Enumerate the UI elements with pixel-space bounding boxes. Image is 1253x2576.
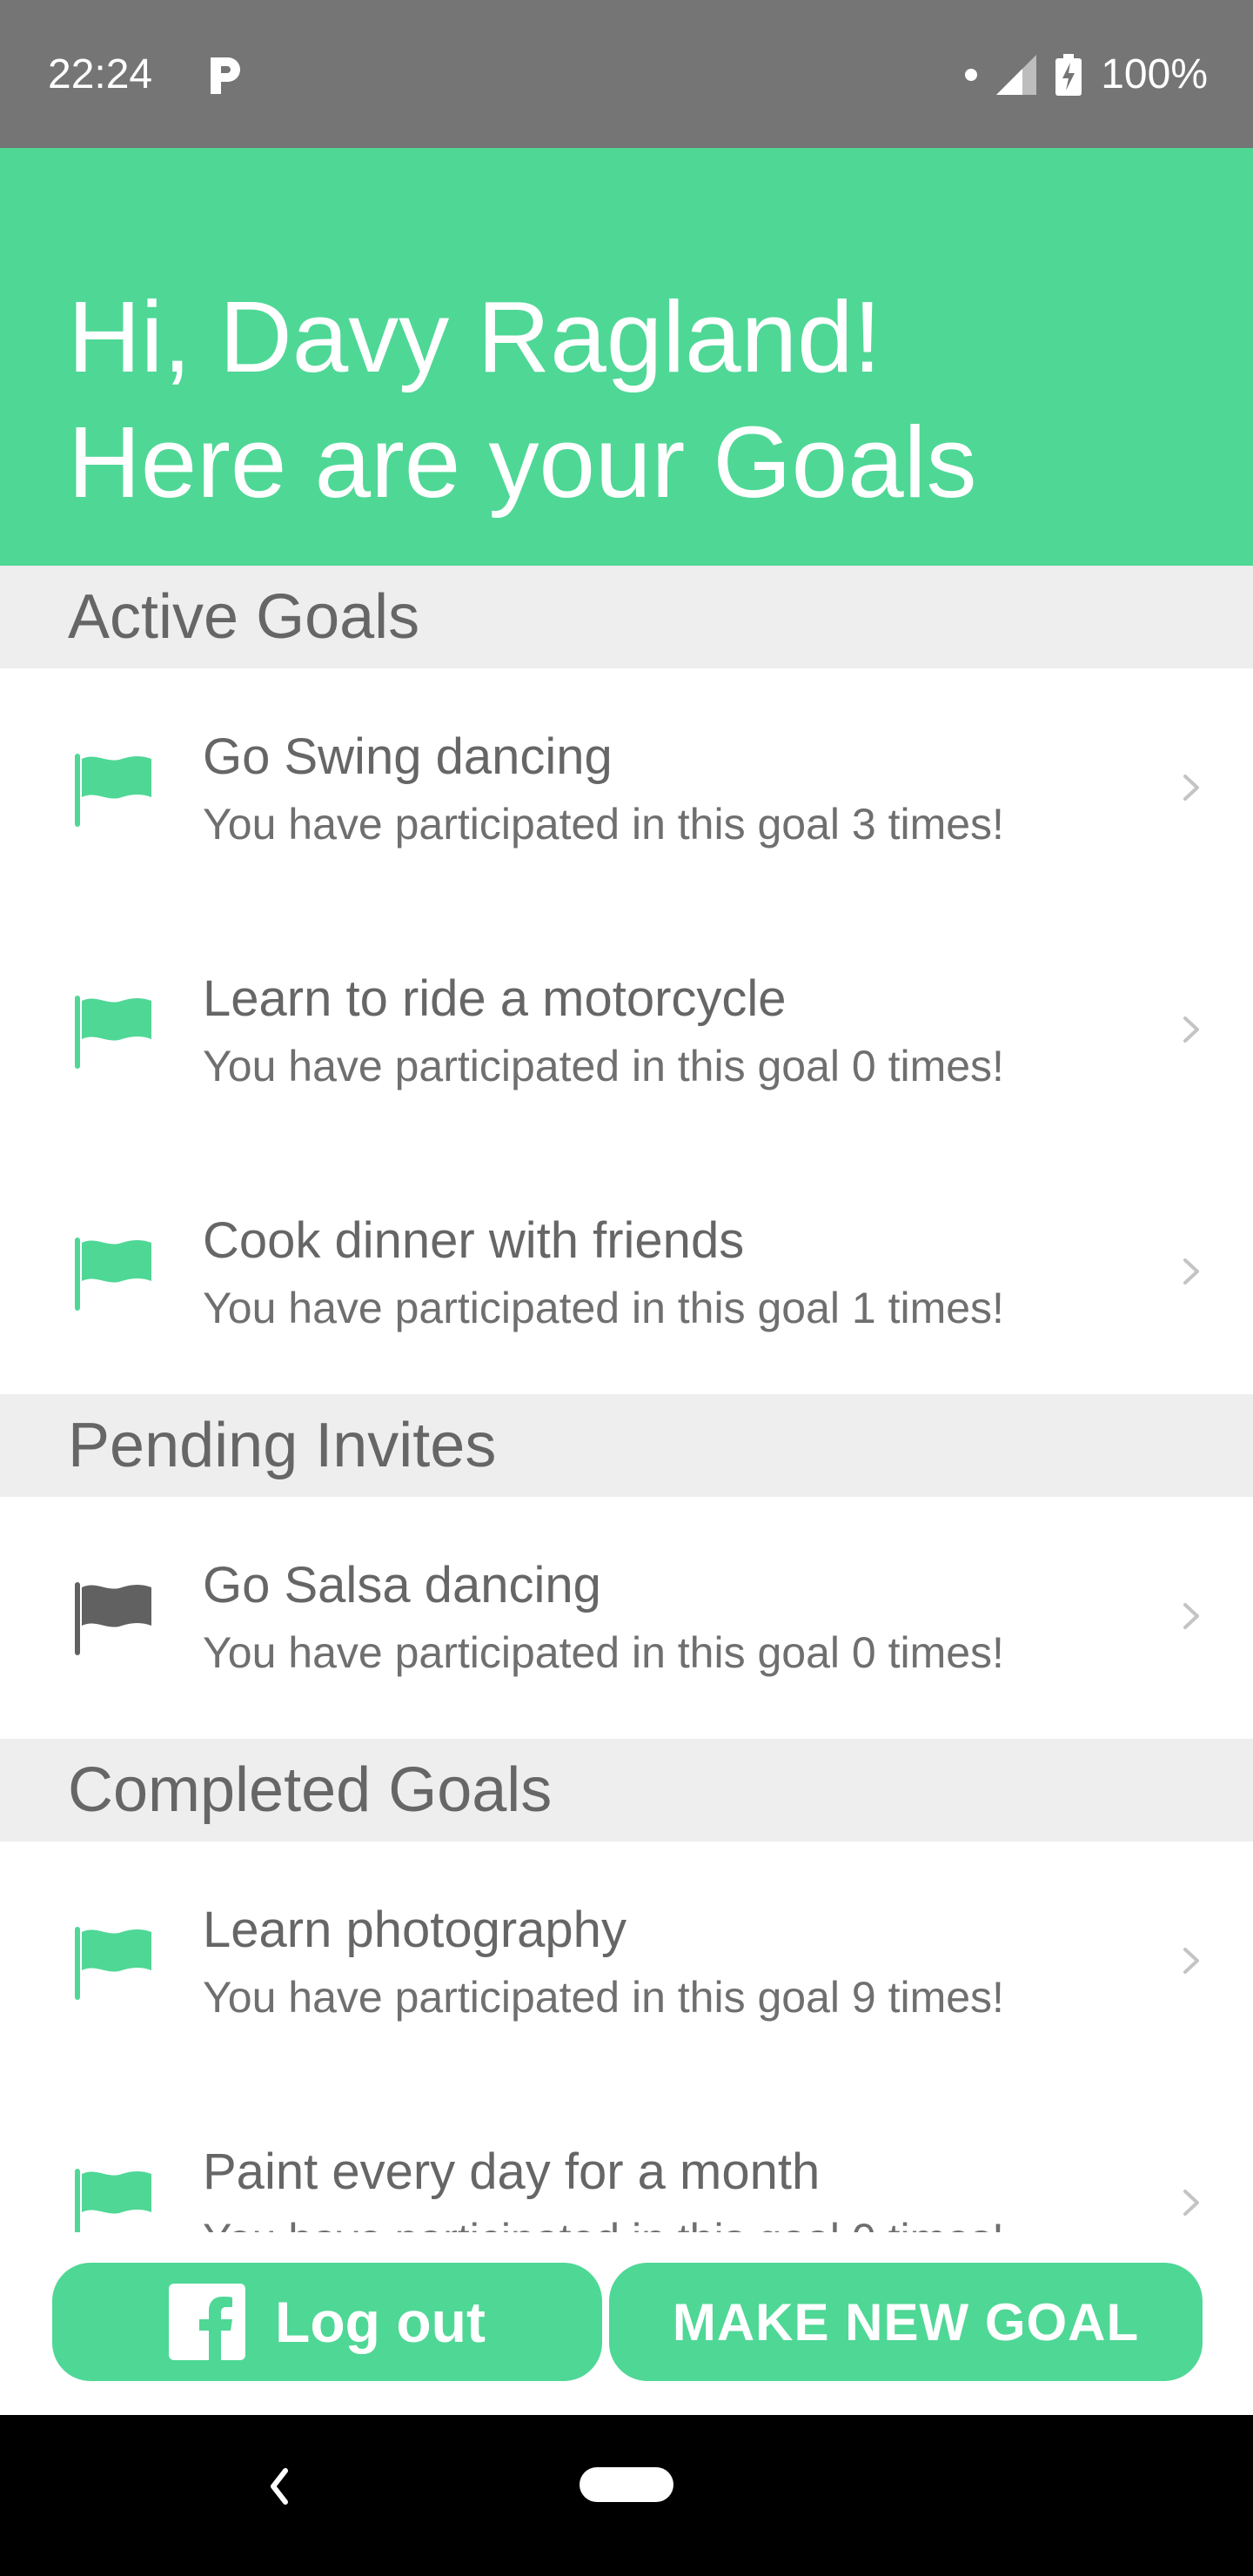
status-bar: 22:24 100% — [0, 0, 1253, 148]
logout-label: Log out — [275, 2290, 486, 2354]
greeting-line: Hi, Davy Ragland! — [68, 280, 881, 393]
back-icon[interactable] — [261, 2460, 296, 2512]
greeting-text: Hi, Davy Ragland! Here are your Goals — [68, 274, 976, 525]
goal-participation-text: You have participated in this goal 0 tim… — [203, 1628, 1004, 1677]
goal-row[interactable]: Learn photography You have participated i… — [0, 1841, 1253, 2083]
goal-participation-text: You have participated in this goal 9 tim… — [203, 1973, 1004, 2022]
goal-row[interactable]: Learn to ride a motorcycle You have parti… — [0, 910, 1253, 1152]
section-header-active: Active Goals — [0, 566, 1253, 668]
signal-icon — [996, 54, 1037, 95]
goal-row[interactable]: Go Salsa dancing You have participated in… — [0, 1497, 1253, 1739]
make-new-goal-button[interactable]: MAKE NEW GOAL — [609, 2263, 1203, 2381]
goal-title: Learn photography — [203, 1902, 626, 1958]
flag-icon — [75, 1582, 151, 1655]
bottom-action-bar: Log out MAKE NEW GOAL — [0, 2232, 1253, 2415]
chevron-right-icon — [1183, 1016, 1199, 1043]
goal-participation-text: You have participated in this goal 0 tim… — [203, 1042, 1004, 1090]
flag-icon — [75, 2169, 151, 2232]
status-time: 22:24 — [48, 51, 153, 97]
flag-icon — [75, 754, 151, 827]
flag-icon — [75, 1927, 151, 2000]
system-nav-bar — [0, 2415, 1253, 2576]
logout-button[interactable]: Log out — [52, 2263, 602, 2381]
section-header-pending: Pending Invites — [0, 1394, 1253, 1497]
goal-participation-text: You have participated in this goal 0 tim… — [203, 2214, 1004, 2232]
flag-icon — [75, 1238, 151, 1311]
battery-charging-icon — [1055, 53, 1082, 96]
chevron-right-icon — [1183, 1603, 1199, 1629]
section-header-completed: Completed Goals — [0, 1739, 1253, 1841]
goal-row[interactable]: Cook dinner with friends You have partici… — [0, 1152, 1253, 1394]
goal-title: Cook dinner with friends — [203, 1212, 745, 1269]
goal-title: Go Salsa dancing — [203, 1557, 601, 1613]
goals-list[interactable]: Active Goals Go Swing dancing You have pa… — [0, 566, 1253, 2232]
parking-icon — [211, 57, 240, 94]
goal-row[interactable]: Paint every day for a month You have part… — [0, 2083, 1253, 2232]
chevron-right-icon — [1183, 1948, 1199, 1974]
page-title: Here are your Goals — [68, 406, 977, 519]
battery-level: 100% — [1101, 51, 1208, 97]
goal-title: Go Swing dancing — [203, 728, 613, 785]
home-pill-button[interactable] — [580, 2467, 673, 2502]
goal-title: Paint every day for a month — [203, 2143, 821, 2200]
goal-row[interactable]: Go Swing dancing You have participated in… — [0, 668, 1253, 910]
flag-icon — [75, 996, 151, 1069]
goal-participation-text: You have participated in this goal 3 tim… — [203, 800, 1004, 849]
chevron-right-icon — [1183, 775, 1199, 801]
greeting-header: Hi, Davy Ragland! Here are your Goals — [0, 148, 1253, 566]
chevron-right-icon — [1183, 2190, 1199, 2216]
facebook-icon — [169, 2284, 246, 2360]
chevron-right-icon — [1183, 1258, 1199, 1285]
notification-dot-icon — [965, 68, 978, 81]
goal-participation-text: You have participated in this goal 1 tim… — [203, 1284, 1004, 1332]
goal-title: Learn to ride a motorcycle — [203, 970, 787, 1027]
make-new-goal-label: MAKE NEW GOAL — [672, 2292, 1140, 2351]
